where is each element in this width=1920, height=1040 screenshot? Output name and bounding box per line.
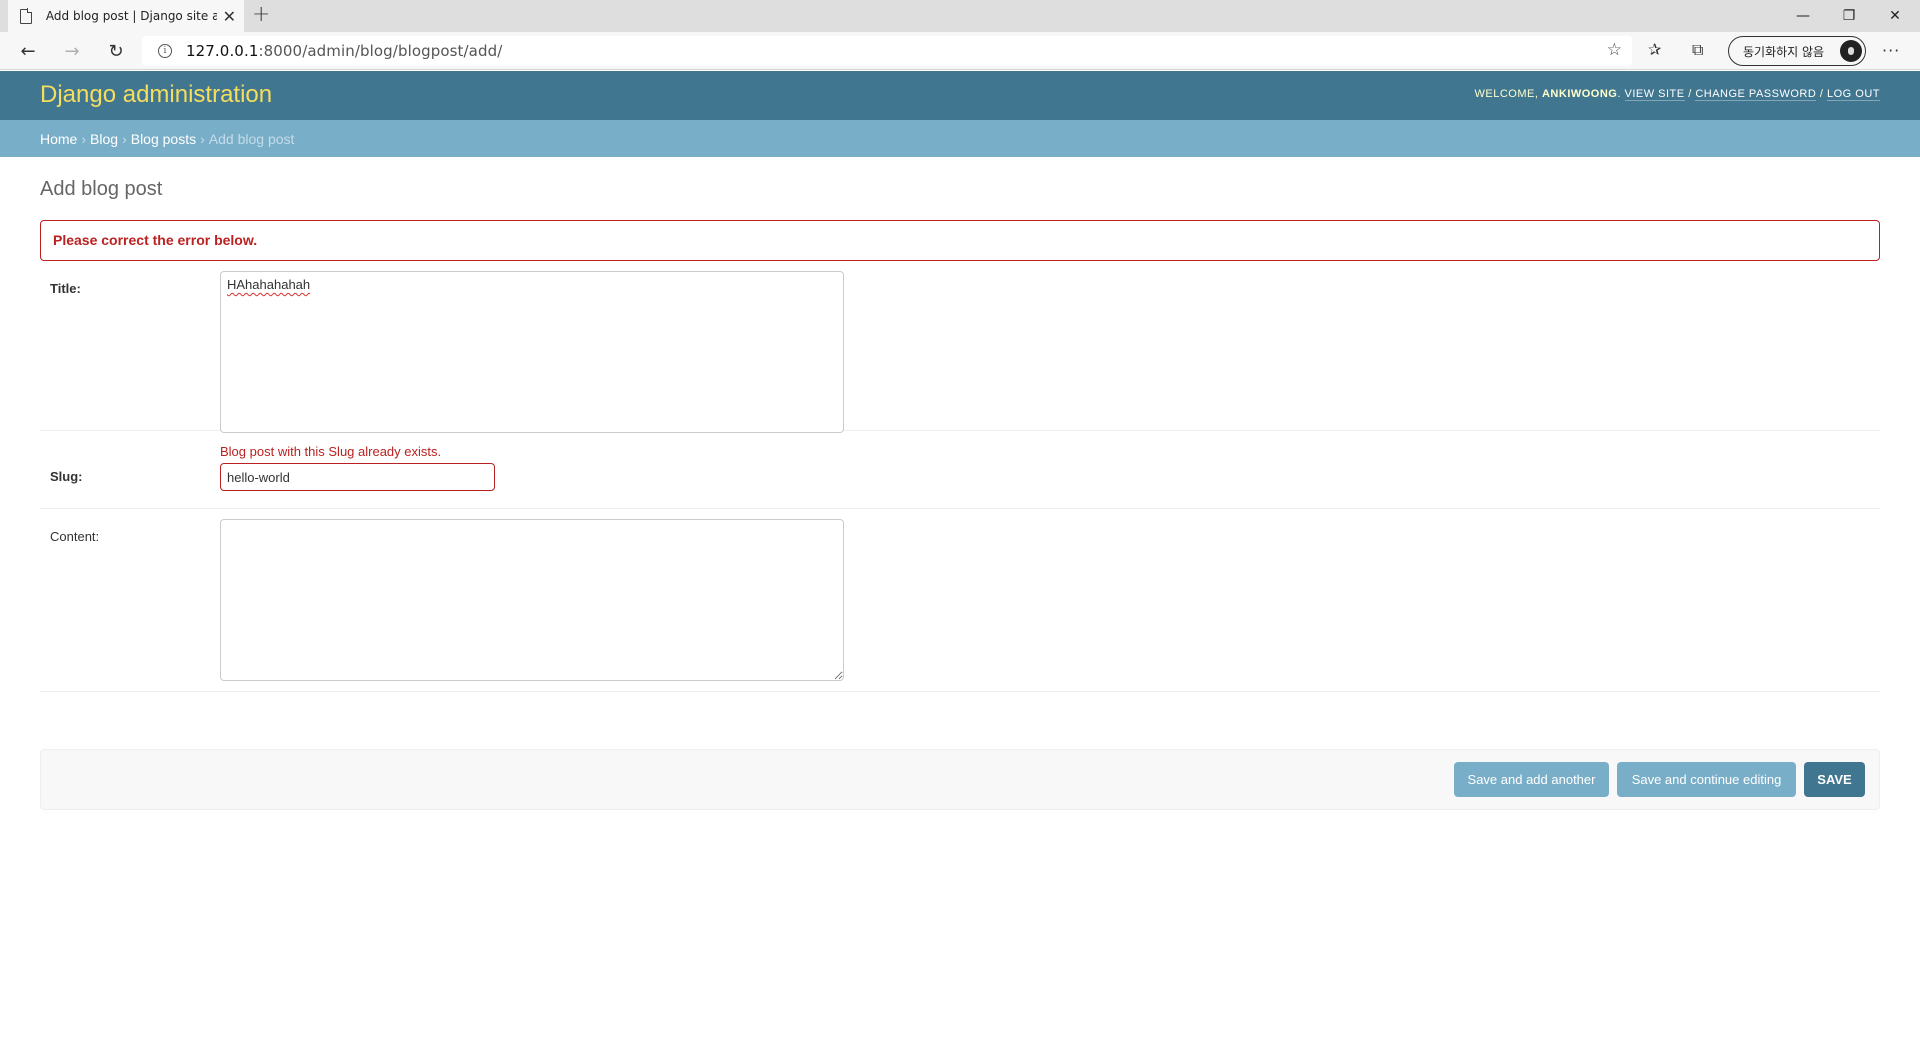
content-label: Content: (50, 529, 100, 544)
favorites-icon[interactable]: ✰ (1648, 40, 1661, 59)
browser-tab[interactable]: Add blog post | Django site adm ✕ (8, 0, 244, 32)
save-and-continue-button[interactable]: Save and continue editing (1617, 762, 1796, 797)
collections-icon[interactable]: ⧉ (1692, 40, 1703, 60)
close-tab-icon[interactable]: ✕ (223, 7, 236, 26)
username: ankiwoong (1541, 88, 1618, 100)
breadcrumb-model[interactable]: Blog posts (131, 131, 196, 147)
content-textarea[interactable] (220, 519, 844, 681)
page-title: Add blog post (40, 178, 163, 200)
profile-sync-button[interactable]: 동기화하지 않음 (1728, 36, 1866, 66)
minimize-icon[interactable]: — (1780, 0, 1826, 32)
submit-row: Save and add another Save and continue e… (40, 749, 1880, 810)
view-site-link[interactable]: View site (1624, 88, 1685, 101)
welcome-text: Welcome, (1474, 88, 1539, 100)
avatar (1840, 40, 1862, 62)
back-icon[interactable]: ← (14, 38, 42, 64)
restore-icon[interactable]: ❐ (1826, 0, 1872, 32)
content-row: Content: (40, 509, 1880, 692)
breadcrumb-home[interactable]: Home (40, 131, 77, 147)
separator: / (1819, 88, 1824, 100)
title-textarea[interactable]: HAhahahahah (220, 271, 844, 433)
favorite-star-icon[interactable]: ☆ (1607, 40, 1622, 60)
title-value: HAhahahahah (227, 277, 311, 292)
window-close-icon[interactable]: ✕ (1872, 0, 1918, 32)
address-bar[interactable]: i 127.0.0.1:8000/admin/blog/blogpost/add… (142, 36, 1632, 66)
admin-header: Django administration Welcome, ankiwoong… (0, 71, 1920, 120)
breadcrumb-separator: › (122, 130, 127, 147)
browser-tabstrip: Add blog post | Django site adm ✕ + — ❐ … (0, 0, 1920, 32)
title-label: Title: (50, 281, 81, 296)
slug-label: Slug: (50, 469, 83, 484)
user-tools: Welcome, ankiwoong. View site / Change p… (1474, 88, 1880, 101)
change-password-link[interactable]: Change password (1695, 88, 1817, 101)
forward-icon[interactable]: → (58, 38, 86, 64)
breadcrumb-separator: › (81, 130, 87, 147)
title-row: Title: HAhahahahah (40, 271, 1880, 433)
site-info-icon[interactable]: i (158, 44, 172, 58)
error-note: Please correct the error below. (40, 220, 1880, 261)
breadcrumb-separator: › (200, 130, 205, 147)
breadcrumb-app[interactable]: Blog (90, 131, 118, 147)
sync-label: 동기화하지 않음 (1743, 44, 1825, 59)
log-out-link[interactable]: Log out (1826, 88, 1880, 101)
breadcrumb-current: Add blog post (208, 130, 295, 147)
new-tab-icon[interactable]: + (252, 2, 270, 27)
page-icon (20, 8, 33, 24)
browser-toolbar: ← → ↻ i 127.0.0.1:8000/admin/blog/blogpo… (0, 32, 1920, 70)
refresh-icon[interactable]: ↻ (102, 38, 130, 64)
tab-title: Add blog post | Django site adm (45, 9, 217, 23)
save-and-add-another-button[interactable]: Save and add another (1454, 762, 1609, 797)
slug-row: Blog post with this Slug already exists.… (40, 431, 1880, 509)
slug-input[interactable] (220, 463, 495, 491)
slug-error: Blog post with this Slug already exists. (220, 444, 442, 459)
url-text: 127.0.0.1:8000/admin/blog/blogpost/add/ (186, 42, 503, 60)
breadcrumb: Home › Blog › Blog posts › Add blog post (0, 120, 1920, 157)
save-button[interactable]: Save (1804, 762, 1865, 797)
site-branding[interactable]: Django administration (40, 81, 272, 109)
separator: / (1688, 88, 1692, 100)
more-options-icon[interactable]: ··· (1882, 41, 1900, 60)
